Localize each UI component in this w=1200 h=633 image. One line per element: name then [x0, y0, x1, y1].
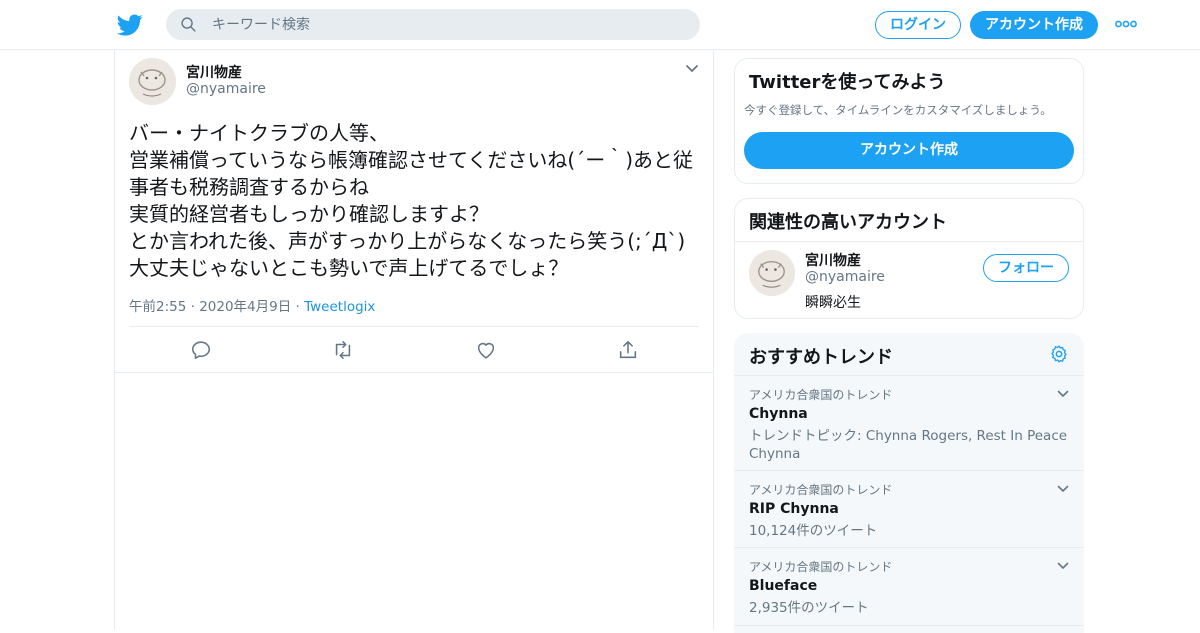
- trend-description: トレンドトピック: Chynna Rogers, Rest In Peace C…: [749, 428, 1068, 462]
- trend-name[interactable]: Chynna: [749, 406, 808, 422]
- trend-item[interactable]: アメリカ合衆国のトレンド Chynna トレンドトピック: Chynna Rog…: [734, 376, 1084, 471]
- avatar-image: [749, 250, 795, 296]
- divider: [129, 326, 699, 327]
- avatar[interactable]: [129, 58, 176, 105]
- signup-button[interactable]: アカウント作成: [970, 11, 1098, 39]
- signup-card-button[interactable]: アカウント作成: [744, 132, 1074, 169]
- follow-button[interactable]: フォロー: [983, 254, 1069, 282]
- tweet-source[interactable]: Tweetlogix: [304, 299, 375, 315]
- trends-title: おすすめトレンド: [749, 347, 893, 368]
- more-dots-icon[interactable]: [1115, 17, 1137, 31]
- signup-card: Twitterを使ってみよう 今すぐ登録して、タイムラインをカスタマイズしましょ…: [734, 58, 1084, 184]
- divider: [735, 241, 1083, 242]
- reply-icon[interactable]: [190, 339, 212, 361]
- meta-separator: ·: [295, 299, 300, 315]
- search-icon: [181, 17, 196, 32]
- trend-item[interactable]: アメリカ合衆国のトレンド RIP Chynna 10,124件のツイート: [734, 471, 1084, 548]
- tweet-meta: 午前2:55 · 2020年4月9日 · Tweetlogix: [129, 295, 375, 315]
- like-icon[interactable]: [475, 339, 497, 361]
- retweet-icon[interactable]: [332, 339, 354, 361]
- avatar-image: [129, 58, 176, 105]
- related-name[interactable]: 宮川物産: [805, 250, 861, 270]
- related-title: 関連性の高いアカウント: [749, 212, 947, 233]
- twitter-bird-icon[interactable]: [117, 12, 143, 38]
- gear-icon[interactable]: [1049, 344, 1069, 364]
- trend-context: アメリカ合衆国のトレンド: [749, 483, 893, 497]
- tweet-text: バー・ナイトクラブの人等、 営業補償っていうなら帳簿確認させてくださいね(´ー｀…: [129, 121, 694, 280]
- search-input[interactable]: [212, 9, 682, 40]
- trend-context: アメリカ合衆国のトレンド: [749, 388, 893, 402]
- signup-card-subtitle: 今すぐ登録して、タイムラインをカスタマイズしましょう。: [744, 103, 1052, 117]
- top-bar: ログイン アカウント作成: [0, 0, 1200, 50]
- author-handle[interactable]: @nyamaire: [186, 81, 266, 97]
- signup-card-title: Twitterを使ってみよう: [749, 72, 946, 93]
- trend-item[interactable]: アメリカ合衆国のトレンド Blueface 2,935件のツイート: [734, 548, 1084, 626]
- related-bio: 瞬瞬必生: [805, 295, 861, 311]
- tweet-timestamp[interactable]: 午前2:55 · 2020年4月9日: [129, 299, 291, 315]
- chevron-down-icon[interactable]: [1057, 390, 1069, 398]
- trend-tweet-count: 10,124件のツイート: [749, 523, 878, 539]
- chevron-down-icon[interactable]: [1057, 562, 1069, 570]
- trends-panel: おすすめトレンド アメリカ合衆国のトレンド Chynna トレンドトピック: C…: [734, 333, 1084, 633]
- chevron-down-icon[interactable]: [685, 64, 699, 74]
- search-box[interactable]: [166, 9, 700, 40]
- trend-tweet-count: 2,935件のツイート: [749, 600, 869, 616]
- author-name[interactable]: 宮川物産: [186, 62, 242, 82]
- related-handle[interactable]: @nyamaire: [805, 269, 885, 285]
- avatar[interactable]: [749, 250, 795, 296]
- actions-divider: [115, 372, 713, 373]
- login-button[interactable]: ログイン: [875, 11, 961, 39]
- trend-name[interactable]: Blueface: [749, 578, 817, 594]
- tweet-column: 宮川物産 @nyamaire バー・ナイトクラブの人等、 営業補償っていうなら帳…: [114, 50, 714, 630]
- trend-name[interactable]: RIP Chynna: [749, 501, 839, 517]
- share-icon[interactable]: [617, 339, 639, 361]
- related-accounts-card: 関連性の高いアカウント 宮川物産 @nyamaire 瞬瞬必生 フォロー: [734, 198, 1084, 319]
- chevron-down-icon[interactable]: [1057, 485, 1069, 493]
- trend-context: アメリカ合衆国のトレンド: [749, 560, 893, 574]
